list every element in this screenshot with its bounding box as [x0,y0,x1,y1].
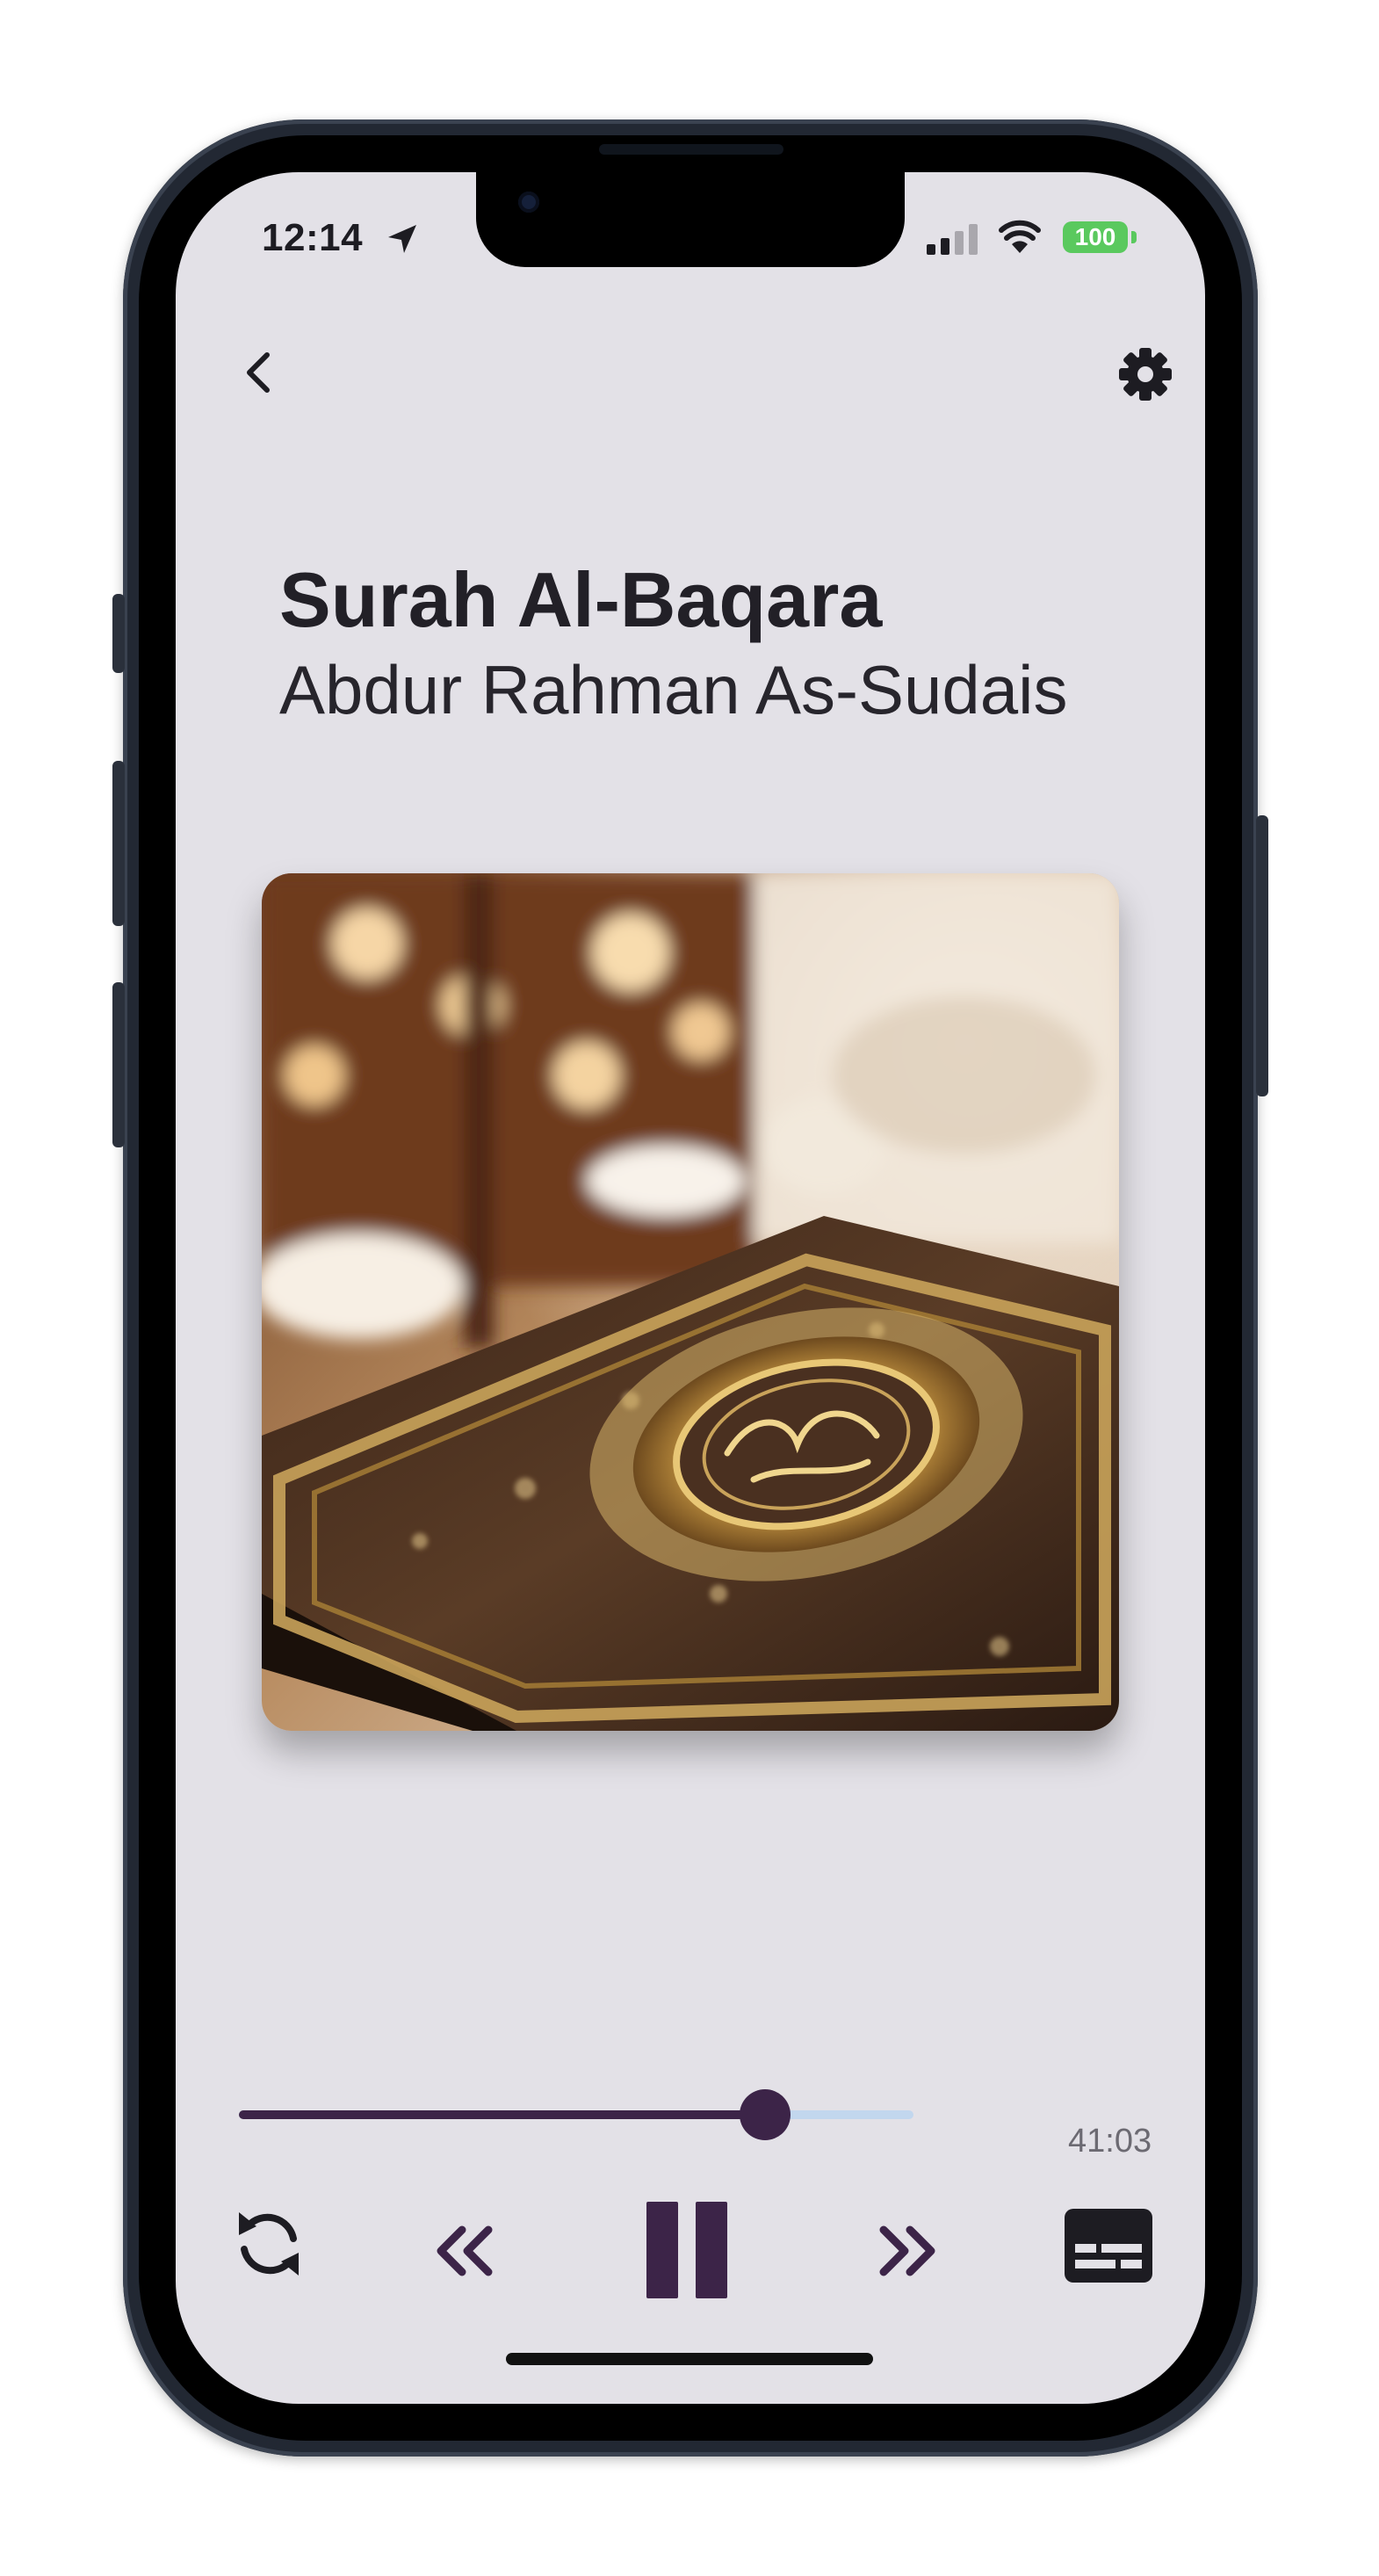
repeat-button[interactable] [228,2203,309,2284]
chevron-left-icon [247,352,270,393]
silent-switch [112,594,125,673]
surah-title: Surah Al-Baqara [279,556,883,643]
volume-up-button [112,761,125,926]
status-time: 12:14 [262,216,364,259]
battery-indicator: 100 [1063,221,1128,253]
quran-book-image [262,873,1119,1731]
pause-icon [646,2202,727,2298]
app-screen: 12:14 100 Surah Al-Baqara Abdur Rahman A… [176,172,1205,2404]
double-chevron-left-icon [437,2225,493,2276]
signal-icon [927,224,978,255]
back-button[interactable] [225,337,295,408]
progress-slider[interactable] [239,2089,913,2140]
reciter-name: Abdur Rahman As-Sudais [279,651,1068,728]
power-button [1256,815,1268,1096]
wifi-icon [999,220,1041,253]
elapsed-time: 41:03 [1068,2123,1152,2160]
home-indicator[interactable] [506,2353,873,2365]
notch [476,172,905,267]
battery-tip [1131,231,1137,243]
subtitles-icon [1065,2209,1152,2283]
location-arrow-icon [388,225,416,253]
settings-button[interactable] [1110,339,1180,409]
subtitles-button[interactable] [1063,2207,1154,2284]
earpiece-speaker [599,144,783,155]
progress-thumb[interactable] [740,2089,791,2140]
rewind-button[interactable] [427,2219,501,2283]
volume-down-button [112,982,125,1147]
album-artwork [262,873,1119,1731]
played-bar [239,2110,766,2119]
pause-button[interactable] [641,2198,733,2302]
double-chevron-right-icon [879,2225,935,2276]
front-camera [518,192,539,213]
forward-button[interactable] [871,2219,945,2283]
gear-icon [1119,348,1172,401]
